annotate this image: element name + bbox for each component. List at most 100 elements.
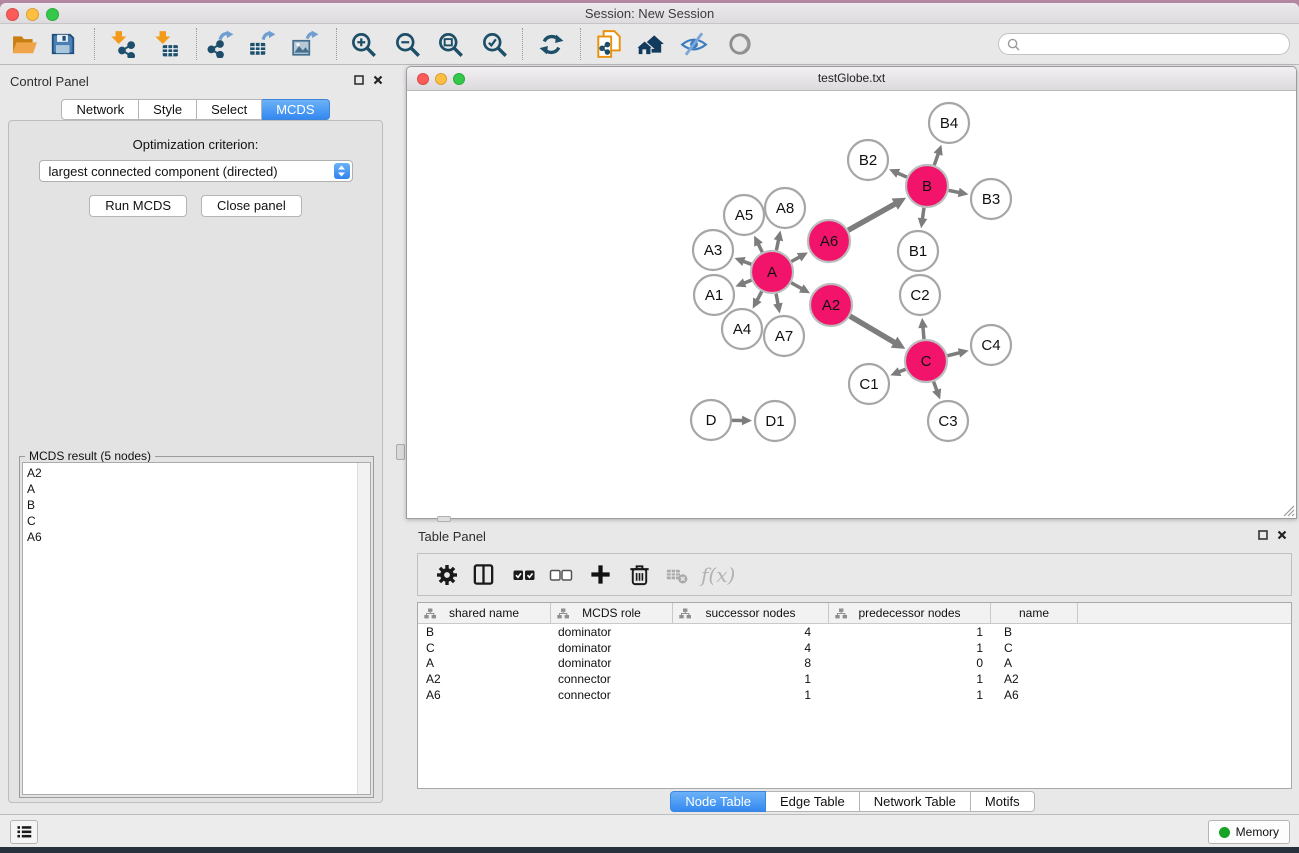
close-panel-icon[interactable]: [1277, 530, 1287, 540]
graph-edge-C-C4[interactable]: [947, 352, 961, 355]
task-history-button[interactable]: [10, 820, 38, 844]
main-titlebar: Session: New Session: [0, 3, 1299, 24]
float-panel-icon[interactable]: [354, 75, 364, 85]
close-panel-icon[interactable]: [373, 75, 383, 85]
desktop: Session: New Session: [0, 0, 1299, 853]
create-column-button[interactable]: [582, 557, 619, 593]
delete-table-button[interactable]: [658, 557, 695, 593]
columns-icon: [471, 562, 496, 587]
table-row[interactable]: Bdominator41B: [418, 624, 1291, 640]
zoom-out-button[interactable]: [389, 27, 425, 61]
refresh-button[interactable]: [533, 27, 569, 61]
tab-network-table[interactable]: Network Table: [860, 791, 971, 812]
column-header-mcds-role[interactable]: MCDS role: [551, 603, 673, 623]
network-minimize-traffic-light[interactable]: [435, 73, 447, 85]
zoom-selected-button[interactable]: [476, 27, 512, 61]
table-row[interactable]: A6connector11A6: [418, 687, 1291, 703]
graph-node-label: A2: [822, 297, 840, 314]
graph-node-label: C2: [910, 287, 929, 304]
graph-node-label: C3: [938, 413, 957, 430]
list-icon: [15, 824, 33, 840]
table-row[interactable]: A2connector11A2: [418, 671, 1291, 687]
export-table-button[interactable]: [244, 27, 280, 61]
mcds-result-item[interactable]: C: [23, 513, 370, 529]
network-snapshot-button[interactable]: [591, 27, 627, 61]
search-input[interactable]: [1025, 37, 1281, 51]
graph-edge-B-B4[interactable]: [934, 152, 939, 165]
table-panel: Table Panel: [406, 523, 1299, 817]
tab-style[interactable]: Style: [139, 99, 197, 120]
memory-status-dot: [1219, 827, 1230, 838]
function-builder-button[interactable]: f(x): [701, 563, 735, 587]
tab-network[interactable]: Network: [61, 99, 139, 120]
table-row[interactable]: Adominator80A: [418, 655, 1291, 671]
table-cell: dominator: [551, 625, 673, 639]
list-scrollbar[interactable]: [357, 463, 370, 794]
column-type-icon: [424, 608, 436, 619]
save-session-button[interactable]: [45, 27, 81, 61]
zoom-in-button[interactable]: [345, 27, 381, 61]
select-all-columns-button[interactable]: [505, 557, 542, 593]
mcds-result-item[interactable]: B: [23, 497, 370, 513]
network-canvas[interactable]: B4B2BB3A8A5A6A3B1AA1C2A2A4A7C4CC1C3DD1: [407, 91, 1296, 518]
toolbar-separator: [196, 28, 197, 60]
unselect-all-columns-button[interactable]: [542, 557, 579, 593]
graph-edge-A6-B[interactable]: [848, 203, 896, 230]
float-panel-icon[interactable]: [1258, 530, 1268, 540]
network-zoom-traffic-light[interactable]: [453, 73, 465, 85]
control-panel-tabs: Network Style Select MCDS: [0, 99, 391, 120]
workspace: Control Panel Network Style Select MCDS: [0, 66, 1299, 817]
column-header-name[interactable]: name: [991, 603, 1078, 623]
tab-select[interactable]: Select: [197, 99, 262, 120]
import-table-button[interactable]: [148, 27, 184, 61]
column-header-predecessor-nodes[interactable]: predecessor nodes: [829, 603, 991, 623]
panel-divider-grip[interactable]: [396, 444, 405, 460]
table-toolbar: f(x): [417, 553, 1292, 596]
search-box[interactable]: [998, 33, 1290, 55]
resize-grip-icon[interactable]: [1280, 502, 1295, 517]
criterion-select[interactable]: largest connected component (directed): [39, 160, 353, 182]
home-button[interactable]: [633, 27, 669, 61]
delete-column-button[interactable]: [621, 557, 658, 593]
zoom-fit-icon: [437, 31, 464, 58]
memory-button[interactable]: Memory: [1208, 820, 1290, 844]
mcds-result-item[interactable]: A: [23, 481, 370, 497]
tab-node-table[interactable]: Node Table: [670, 791, 766, 812]
open-session-button[interactable]: [7, 27, 43, 61]
show-panel-button[interactable]: [722, 27, 758, 61]
network-close-traffic-light[interactable]: [417, 73, 429, 85]
table-cell: dominator: [551, 641, 673, 655]
graph-edge-A2-C[interactable]: [850, 316, 896, 343]
mcds-result-item[interactable]: A6: [23, 529, 370, 545]
tab-edge-table[interactable]: Edge Table: [766, 791, 860, 812]
table-cell: B: [991, 625, 1078, 639]
column-header-successor-nodes[interactable]: successor nodes: [673, 603, 829, 623]
graph-node-label: B4: [940, 115, 958, 132]
toolbar-separator: [336, 28, 337, 60]
network-window-titlebar[interactable]: testGlobe.txt: [407, 67, 1296, 91]
table-panel-title: Table Panel: [418, 529, 486, 544]
mcds-result-item[interactable]: A2: [23, 465, 370, 481]
column-header-shared-name[interactable]: shared name: [418, 603, 551, 623]
graph-node-label: B3: [982, 191, 1000, 208]
import-network-button[interactable]: [104, 27, 140, 61]
column-type-icon: [679, 608, 691, 619]
tab-motifs[interactable]: Motifs: [971, 791, 1035, 812]
checked-boxes-icon: [511, 562, 537, 588]
save-icon: [50, 31, 76, 57]
close-panel-button[interactable]: Close panel: [201, 195, 302, 217]
graph-node-label: D: [706, 412, 717, 429]
export-image-button[interactable]: [287, 27, 323, 61]
table-cell: 1: [829, 672, 991, 686]
horizontal-divider-grip[interactable]: [437, 516, 451, 522]
hide-panel-button[interactable]: [676, 27, 712, 61]
run-mcds-button[interactable]: Run MCDS: [89, 195, 187, 217]
export-network-button[interactable]: [202, 27, 238, 61]
tab-mcds[interactable]: MCDS: [262, 99, 329, 120]
table-row[interactable]: Cdominator41C: [418, 640, 1291, 656]
graph-edge-A-A2[interactable]: [791, 283, 803, 290]
table-settings-button[interactable]: [428, 557, 465, 593]
gear-icon: [434, 562, 460, 588]
show-columns-button[interactable]: [465, 557, 502, 593]
zoom-fit-button[interactable]: [432, 27, 468, 61]
